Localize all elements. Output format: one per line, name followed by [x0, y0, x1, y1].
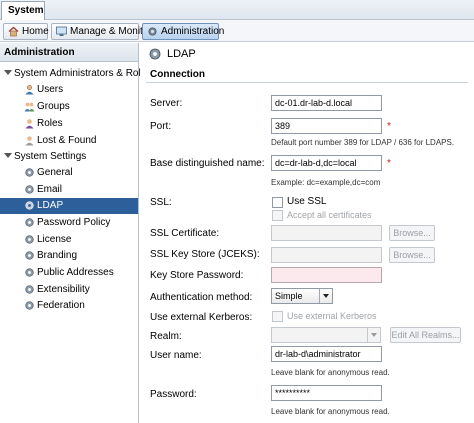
port-label: Port: [150, 121, 172, 132]
sidebar-header: Administration [0, 43, 138, 62]
chevron-down-icon [367, 328, 380, 342]
ext-kerberos-check-label: Use external Kerberos [287, 311, 377, 321]
gear-icon [25, 301, 34, 310]
keystore-password-label: Key Store Password: [150, 270, 244, 281]
base-dn-hint: Example: dc=example,dc=com [271, 178, 381, 187]
gear-icon [25, 285, 34, 294]
ext-kerberos-label: Use external Kerberos: [150, 312, 253, 323]
user-icon [25, 84, 34, 95]
manage-monitor-label: Manage & Monitor [70, 26, 152, 37]
home-icon [8, 26, 19, 37]
required-marker: * [387, 158, 391, 169]
administration-label: Administration [161, 26, 225, 37]
section-connection: Connection [146, 69, 468, 83]
lost-found-icon [25, 136, 34, 146]
keystore-browse-button[interactable]: Browse... [389, 247, 435, 263]
base-dn-input[interactable]: dc=dr-lab-d,dc=local [271, 155, 382, 171]
sidebar-item-lost-found[interactable]: Lost & Found [0, 133, 138, 149]
group-icon [24, 102, 35, 112]
ext-kerberos-checkbox[interactable] [272, 311, 283, 322]
gear-icon [25, 218, 34, 227]
use-ssl-label: Use SSL [287, 196, 327, 207]
sidebar-item-license[interactable]: License [0, 232, 138, 248]
sidebar-item-groups[interactable]: Groups [0, 99, 138, 115]
port-input[interactable]: 389 [271, 118, 382, 134]
manage-monitor-button[interactable]: Manage & Monitor [51, 23, 152, 40]
sidebar-item-federation[interactable]: Federation [0, 298, 138, 314]
auth-method-label: Authentication method: [150, 292, 253, 303]
keystore-label: SSL Key Store (JCEKS): [150, 249, 260, 260]
keystore-input[interactable] [271, 247, 382, 263]
sidebar-item-general[interactable]: General [0, 165, 138, 181]
monitor-icon [56, 26, 67, 36]
username-input[interactable]: dr-lab-d\administrator [271, 346, 382, 362]
sidebar-item-email[interactable]: Email [0, 182, 138, 198]
sidebar-item-password-policy[interactable]: Password Policy [0, 215, 138, 231]
sidebar-item-users[interactable]: Users [0, 82, 138, 98]
username-label: User name: [150, 350, 202, 361]
use-ssl-checkbox[interactable] [272, 197, 283, 208]
ssl-label: SSL: [150, 197, 172, 208]
password-input[interactable]: ********** [271, 385, 382, 401]
username-hint: Leave blank for anonymous read. [271, 368, 390, 377]
sidebar-item-ldap[interactable]: LDAP [0, 198, 138, 214]
ssl-cert-browse-button[interactable]: Browse... [389, 225, 435, 241]
gear-icon [25, 235, 34, 244]
page-title: LDAP [167, 48, 196, 60]
tree-group-admins-roles[interactable]: System Administrators & Roles [0, 66, 151, 82]
ssl-cert-input[interactable] [271, 225, 382, 241]
realm-combo[interactable] [271, 327, 381, 343]
server-label: Server: [150, 98, 183, 109]
gear-icon [25, 168, 34, 177]
expand-arrow-icon[interactable] [4, 70, 12, 75]
gear-icon [25, 268, 34, 277]
tree-group-system-settings[interactable]: System Settings [0, 149, 138, 165]
administration-button[interactable]: Administration [142, 23, 224, 40]
password-label: Password: [150, 389, 197, 400]
sidebar: Administration System Administrators & R… [0, 43, 151, 423]
sidebar-item-branding[interactable]: Branding [0, 248, 138, 264]
sidebar-item-extensibility[interactable]: Extensibility [0, 282, 138, 298]
role-icon [25, 119, 34, 129]
gear-icon [25, 251, 34, 260]
home-label: Home [22, 26, 49, 37]
top-tab-bar: System [0, 0, 474, 20]
edit-all-realms-button[interactable]: Edit All Realms... [390, 327, 461, 343]
expand-arrow-icon[interactable] [4, 153, 12, 158]
required-marker: * [387, 121, 391, 132]
base-dn-label: Base distinguished name: [150, 158, 265, 169]
ssl-cert-label: SSL Certificate: [150, 228, 220, 239]
admin-gear-icon [148, 27, 157, 36]
sidebar-item-public-addresses[interactable]: Public Addresses [0, 265, 138, 281]
gear-icon [25, 185, 34, 194]
tab-system[interactable]: System [1, 1, 45, 20]
home-button[interactable]: Home [3, 23, 49, 40]
chevron-down-icon [319, 289, 332, 303]
sidebar-item-roles[interactable]: Roles [0, 116, 138, 132]
gear-icon [149, 48, 161, 60]
main-panel: LDAP Connection Server: dc-01.dr-lab-d.l… [140, 43, 474, 423]
accept-all-certs-label: Accept all certificates [287, 210, 372, 220]
password-hint: Leave blank for anonymous read. [271, 407, 390, 416]
auth-method-value: Simple [275, 291, 303, 301]
realm-label: Realm: [150, 331, 182, 342]
port-hint: Default port number 389 for LDAP / 636 f… [271, 138, 455, 147]
gear-icon [25, 201, 34, 210]
accept-all-certs-checkbox[interactable] [272, 210, 283, 221]
nav-toolbar: Home Manage & Monitor Administration [0, 20, 474, 42]
keystore-password-input[interactable] [271, 267, 382, 283]
auth-method-select[interactable]: Simple [271, 288, 333, 304]
page-header: LDAP [140, 43, 474, 65]
server-input[interactable]: dc-01.dr-lab-d.local [271, 95, 382, 111]
